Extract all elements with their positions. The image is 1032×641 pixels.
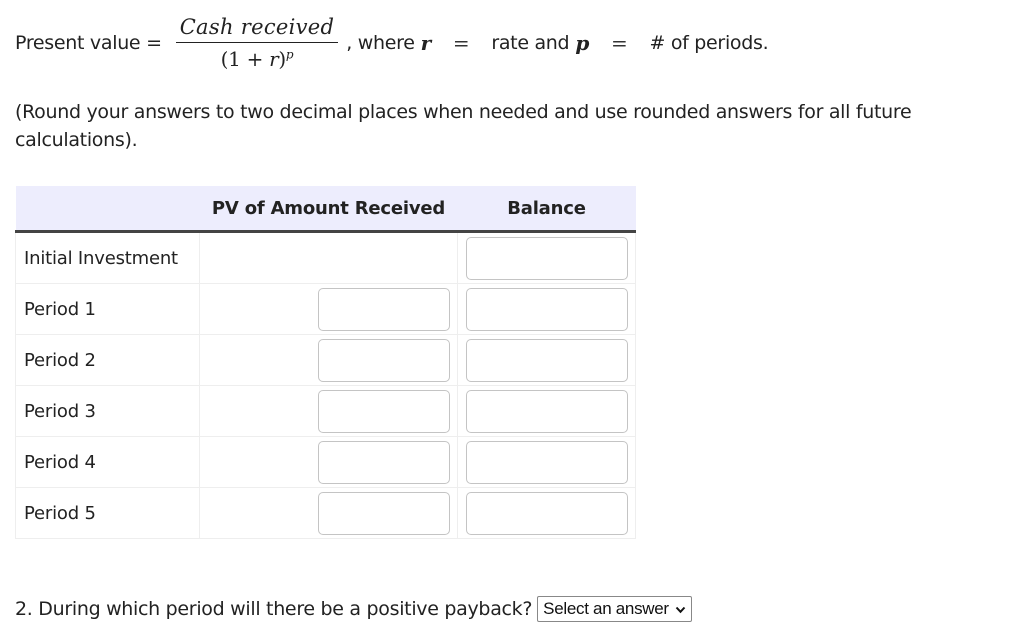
balance-cell (457, 487, 636, 539)
equals-sign: = (611, 31, 628, 55)
balance-cell (457, 231, 636, 284)
balance-cell (457, 334, 636, 386)
r-meaning: rate and (491, 32, 570, 54)
pv-input-period-4[interactable] (318, 440, 450, 484)
row-label: Period 2 (15, 334, 200, 386)
question-text: 2. During which period will there be a p… (15, 598, 533, 620)
pv-cell (199, 283, 458, 335)
row-label: Period 5 (15, 487, 200, 539)
pv-cell (199, 436, 458, 488)
payback-question: 2. During which period will there be a p… (15, 596, 692, 622)
balance-cell (457, 385, 636, 437)
row-label: Initial Investment (15, 231, 200, 284)
table-row-initial-investment: Initial Investment (15, 231, 636, 284)
select-value: Select an answer (543, 599, 669, 618)
formula-label: Present value = (15, 32, 162, 54)
pv-input-period-1[interactable] (318, 287, 450, 331)
equals-sign: = (452, 31, 470, 55)
chevron-down-icon (675, 599, 686, 619)
balance-input-period-2[interactable] (465, 338, 628, 382)
header-label (15, 186, 200, 233)
payback-period-select[interactable]: Select an answer (537, 596, 692, 622)
where-text: , where (346, 32, 415, 54)
balance-cell (457, 283, 636, 335)
var-r: r (420, 31, 432, 55)
denominator-base: (1 + (220, 47, 270, 71)
table-row-period-4: Period 4 (15, 436, 636, 488)
header-pv: PV of Amount Received (199, 186, 458, 233)
balance-input-period-1[interactable] (465, 287, 628, 331)
present-value-formula: Present value = Cash received (1 + r)p ,… (15, 6, 769, 80)
formula-fraction: Cash received (1 + r)p (175, 15, 339, 71)
table-row-period-3: Period 3 (15, 385, 636, 437)
var-p: p (575, 31, 589, 55)
balance-cell (457, 436, 636, 488)
row-label: Period 3 (15, 385, 200, 437)
pv-cell (199, 385, 458, 437)
denominator-exponent: p (285, 47, 294, 62)
pv-input-period-5[interactable] (318, 491, 450, 535)
p-meaning: # of periods. (649, 32, 769, 54)
denominator-close: ) (278, 47, 286, 71)
header-balance: Balance (457, 186, 636, 233)
table-row-period-2: Period 2 (15, 334, 636, 386)
pv-input-period-3[interactable] (318, 389, 450, 433)
formula-denominator: (1 + r)p (221, 43, 294, 71)
table-row-period-5: Period 5 (15, 487, 636, 539)
table-row-period-1: Period 1 (15, 283, 636, 335)
row-label: Period 4 (15, 436, 200, 488)
pv-input-period-2[interactable] (318, 338, 450, 382)
pv-cell (199, 487, 458, 539)
balance-input-period-4[interactable] (465, 440, 628, 484)
row-label: Period 1 (15, 283, 200, 335)
pv-table: PV of Amount Received Balance Initial In… (15, 186, 636, 539)
balance-input-period-5[interactable] (465, 491, 628, 535)
instructions-text: (Round your answers to two decimal place… (15, 101, 912, 151)
pv-cell (199, 334, 458, 386)
table-header-row: PV of Amount Received Balance (15, 186, 636, 233)
formula-numerator: Cash received (175, 15, 339, 43)
pv-cell-empty (199, 231, 458, 284)
balance-input-initial[interactable] (465, 236, 628, 280)
balance-input-period-3[interactable] (465, 389, 628, 433)
